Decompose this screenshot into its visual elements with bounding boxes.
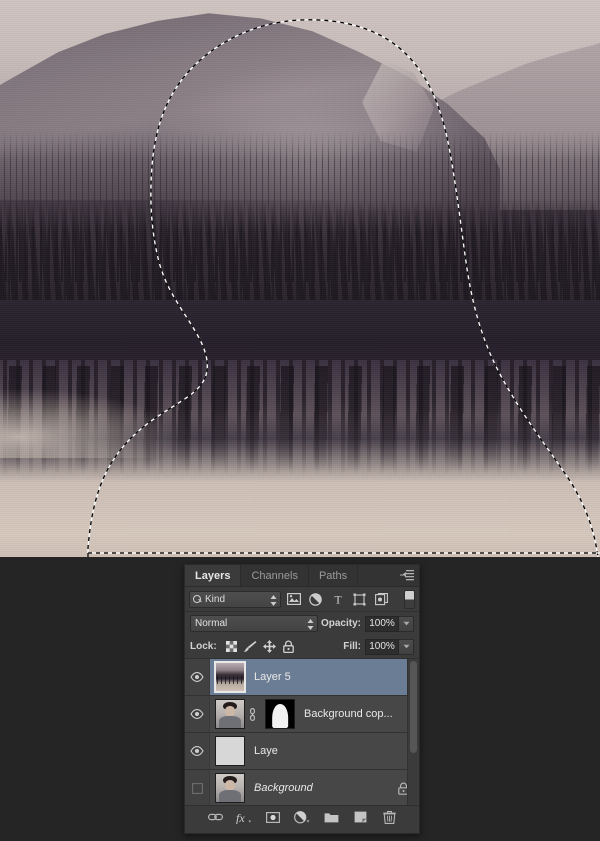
layer-name[interactable]: Background: [254, 782, 313, 794]
layer-thumbnail[interactable]: [214, 661, 246, 693]
tab-paths[interactable]: Paths: [308, 565, 359, 586]
up-down-arrows-icon: [270, 594, 277, 606]
thumb-face: [224, 780, 236, 791]
tab-channels-label: Channels: [251, 569, 298, 582]
table-row[interactable]: Background: [185, 770, 419, 805]
document-canvas[interactable]: [0, 0, 600, 557]
new-group-button[interactable]: [323, 809, 340, 826]
layer-thumbnail[interactable]: [215, 773, 245, 803]
blend-mode-row: Normal Opacity: 100%: [185, 612, 419, 635]
eye-icon: [190, 672, 204, 682]
new-layer-button[interactable]: [352, 809, 369, 826]
lock-position[interactable]: [260, 638, 279, 655]
panel-menu-icon[interactable]: [400, 569, 414, 581]
adjustment-layer-filter-icon[interactable]: [306, 590, 325, 608]
mask-silhouette: [272, 703, 288, 728]
smart-object-filter-icon[interactable]: [372, 590, 391, 608]
lock-label: Lock:: [190, 641, 217, 652]
layer-visibility-toggle[interactable]: [185, 696, 210, 732]
layer-name[interactable]: Laye: [254, 745, 278, 757]
table-row[interactable]: Laye: [185, 733, 419, 770]
layer-style-button[interactable]: fx: [236, 809, 253, 826]
opacity-dropdown-arrow[interactable]: [399, 615, 414, 632]
thumb-body: [218, 790, 242, 802]
layer-name[interactable]: Background cop...: [304, 708, 393, 720]
layer-thumbnail[interactable]: [215, 699, 245, 729]
pixel-layer-filter-icon[interactable]: [284, 590, 303, 608]
table-row[interactable]: Layer 5: [185, 659, 419, 696]
scrollbar-thumb[interactable]: [410, 661, 417, 753]
fill-input[interactable]: 100%: [365, 638, 399, 655]
blend-mode-dropdown[interactable]: Normal: [190, 615, 318, 632]
filter-kind-dropdown[interactable]: Kind: [189, 590, 281, 608]
type-layer-filter-icon[interactable]: T: [328, 590, 347, 608]
table-row[interactable]: Background cop...: [185, 696, 419, 733]
panel-tab-strip: Layers Channels Paths: [185, 565, 419, 587]
new-fill-adjustment-layer-button[interactable]: [294, 809, 311, 826]
opacity-label: Opacity:: [320, 618, 361, 629]
tab-layers-label: Layers: [195, 569, 231, 582]
eye-icon: [190, 746, 204, 756]
treeline-serration: [0, 222, 600, 282]
fill-label: Fill:: [343, 641, 361, 652]
layer-thumbnail[interactable]: [215, 736, 245, 766]
layer-list-scrollbar[interactable]: [407, 659, 419, 805]
thumb-face: [224, 706, 236, 717]
filter-kind-label: Kind: [205, 593, 226, 605]
delete-layer-button[interactable]: [381, 809, 398, 826]
lock-image-pixels[interactable]: [241, 638, 260, 655]
layer-visibility-toggle[interactable]: [185, 659, 210, 695]
fill-dropdown-arrow[interactable]: [399, 638, 414, 655]
lock-transparent-pixels[interactable]: [222, 638, 241, 655]
blend-chevron-icon: [307, 619, 314, 630]
layer-mask-thumbnail[interactable]: [265, 699, 295, 729]
layer-name[interactable]: Layer 5: [254, 671, 291, 683]
layers-panel[interactable]: Layers Channels Paths Kind T Normal Opac…: [184, 564, 420, 834]
magnifier-icon: [193, 594, 202, 604]
eye-off-icon: [191, 782, 203, 794]
blend-mode-value: Normal: [195, 618, 228, 629]
eye-icon: [190, 709, 204, 719]
water-highlight: [0, 388, 180, 458]
layer-filter-bar: Kind T: [185, 587, 419, 612]
layer-visibility-toggle[interactable]: [185, 770, 210, 805]
opacity-input[interactable]: 100%: [365, 615, 399, 632]
lock-all[interactable]: [279, 638, 298, 655]
tab-layers[interactable]: Layers: [185, 565, 242, 586]
layers-panel-footer: fx: [185, 805, 419, 828]
svg-text:T: T: [334, 593, 342, 605]
layer-list[interactable]: Layer 5 Background cop... Laye Backgroun…: [185, 658, 419, 805]
filter-enable-toggle[interactable]: [404, 589, 415, 609]
mask-link-icon[interactable]: [247, 707, 258, 721]
photo-image: [0, 0, 600, 557]
shape-layer-filter-icon[interactable]: [350, 590, 369, 608]
thumb-body: [218, 716, 242, 728]
tab-channels[interactable]: Channels: [241, 565, 309, 586]
layer-visibility-toggle[interactable]: [185, 733, 210, 769]
lock-row: Lock: Fill: 100%: [185, 635, 419, 658]
svg-text:fx: fx: [236, 811, 245, 824]
add-layer-mask-button[interactable]: [265, 809, 282, 826]
tab-paths-label: Paths: [318, 569, 348, 582]
link-layers-button[interactable]: [207, 809, 224, 826]
